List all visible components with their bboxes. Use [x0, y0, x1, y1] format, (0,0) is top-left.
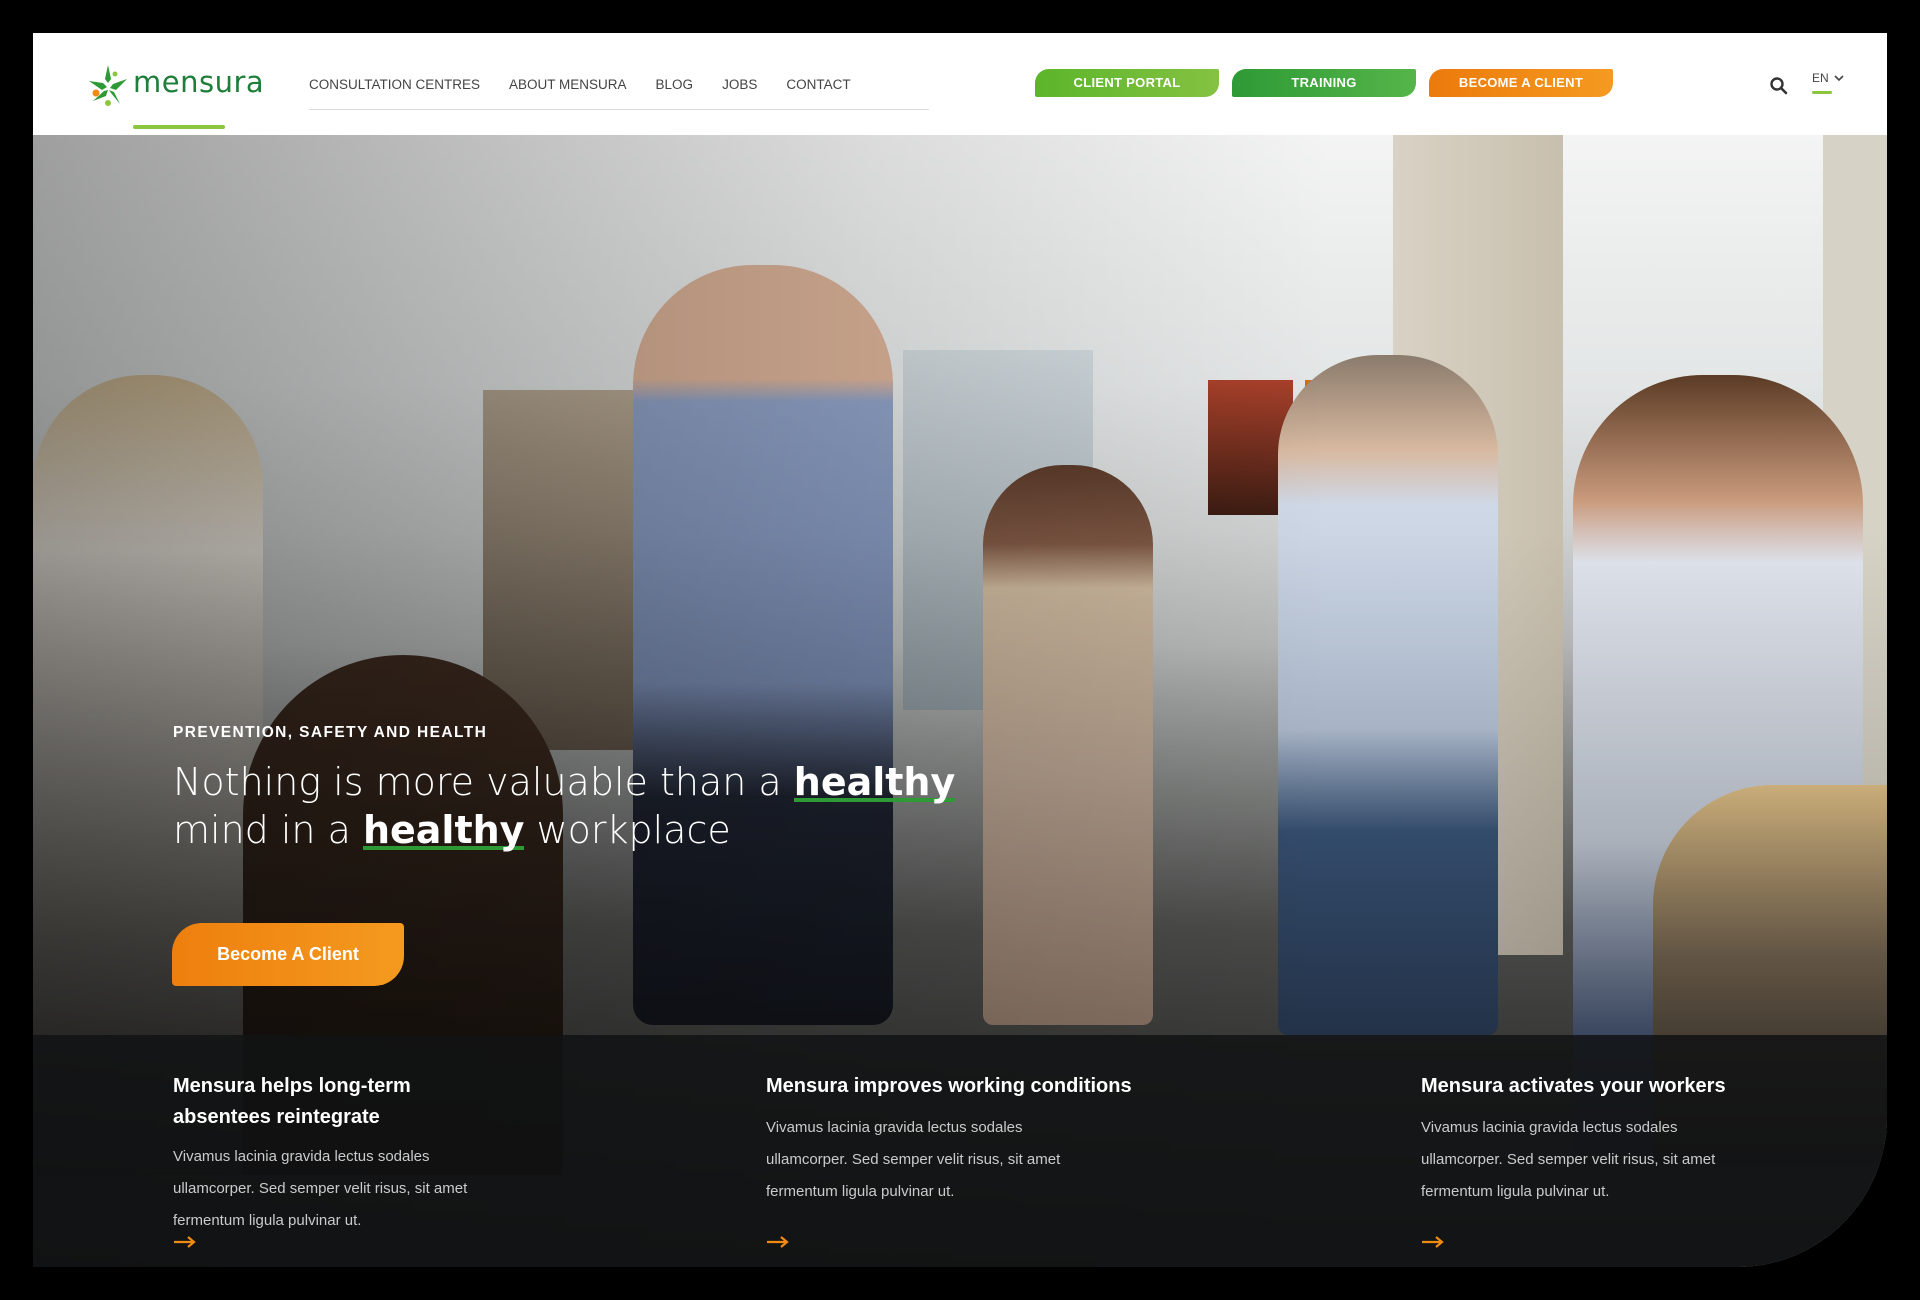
become-client-cta-button[interactable]: Become A Client	[172, 923, 404, 986]
hero-headline: Nothing is more valuable than a healthy …	[173, 758, 1073, 854]
logo-underline	[133, 125, 225, 129]
nav-about-mensura[interactable]: ABOUT MENSURA	[509, 75, 627, 109]
headline-text: workplace	[524, 808, 731, 852]
arrow-right-icon[interactable]	[173, 1235, 197, 1249]
language-selector[interactable]: EN	[1812, 71, 1844, 85]
logo-wordmark: mensura	[133, 65, 265, 99]
feature-card: Mensura improves working conditions Viva…	[766, 1071, 1186, 1208]
language-label: EN	[1812, 71, 1829, 85]
nav-jobs[interactable]: JOBS	[722, 75, 757, 109]
arrow-right-icon[interactable]	[766, 1235, 790, 1249]
chevron-down-icon	[1834, 75, 1844, 82]
feature-card: Mensura activates your workers Vivamus l…	[1421, 1071, 1821, 1208]
headline-text: mind in a	[173, 808, 363, 852]
feature-body: Vivamus lacinia gravida lectus sodales u…	[766, 1119, 1061, 1200]
feature-title: Mensura activates your workers	[1421, 1075, 1726, 1097]
feature-card: Mensura helps long-term absentees reinte…	[173, 1071, 503, 1237]
page-frame: mensura CONSULTATION CENTRES ABOUT MENSU…	[33, 33, 1887, 1267]
client-portal-button[interactable]: CLIENT PORTAL	[1035, 69, 1219, 97]
hero-section: PREVENTION, SAFETY AND HEALTH Nothing is…	[33, 135, 1887, 1267]
main-navigation: CONSULTATION CENTRES ABOUT MENSURA BLOG …	[309, 75, 929, 110]
language-underline	[1812, 91, 1832, 94]
leaf-logo-icon	[89, 65, 127, 106]
search-icon[interactable]	[1769, 76, 1789, 96]
feature-title: Mensura improves working conditions	[766, 1075, 1132, 1097]
feature-body: Vivamus lacinia gravida lectus sodales u…	[1421, 1119, 1716, 1200]
arrow-right-icon[interactable]	[1421, 1235, 1445, 1249]
feature-band: Mensura helps long-term absentees reinte…	[33, 1035, 1887, 1267]
feature-title: Mensura helps long-term absentees reinte…	[173, 1075, 411, 1128]
logo[interactable]: mensura	[85, 59, 265, 129]
site-header: mensura CONSULTATION CENTRES ABOUT MENSU…	[33, 33, 1887, 135]
headline-highlight: healthy	[793, 760, 956, 804]
nav-consultation-centres[interactable]: CONSULTATION CENTRES	[309, 75, 480, 109]
feature-body: Vivamus lacinia gravida lectus sodales u…	[173, 1148, 468, 1229]
headline-text: Nothing is more valuable than a	[173, 760, 794, 804]
headline-highlight: healthy	[362, 808, 525, 852]
become-client-header-button[interactable]: BECOME A CLIENT	[1429, 69, 1613, 97]
nav-contact[interactable]: CONTACT	[786, 75, 850, 109]
hero-eyebrow: PREVENTION, SAFETY AND HEALTH	[173, 724, 488, 741]
training-button[interactable]: TRAINING	[1232, 69, 1416, 97]
nav-blog[interactable]: BLOG	[656, 75, 694, 109]
